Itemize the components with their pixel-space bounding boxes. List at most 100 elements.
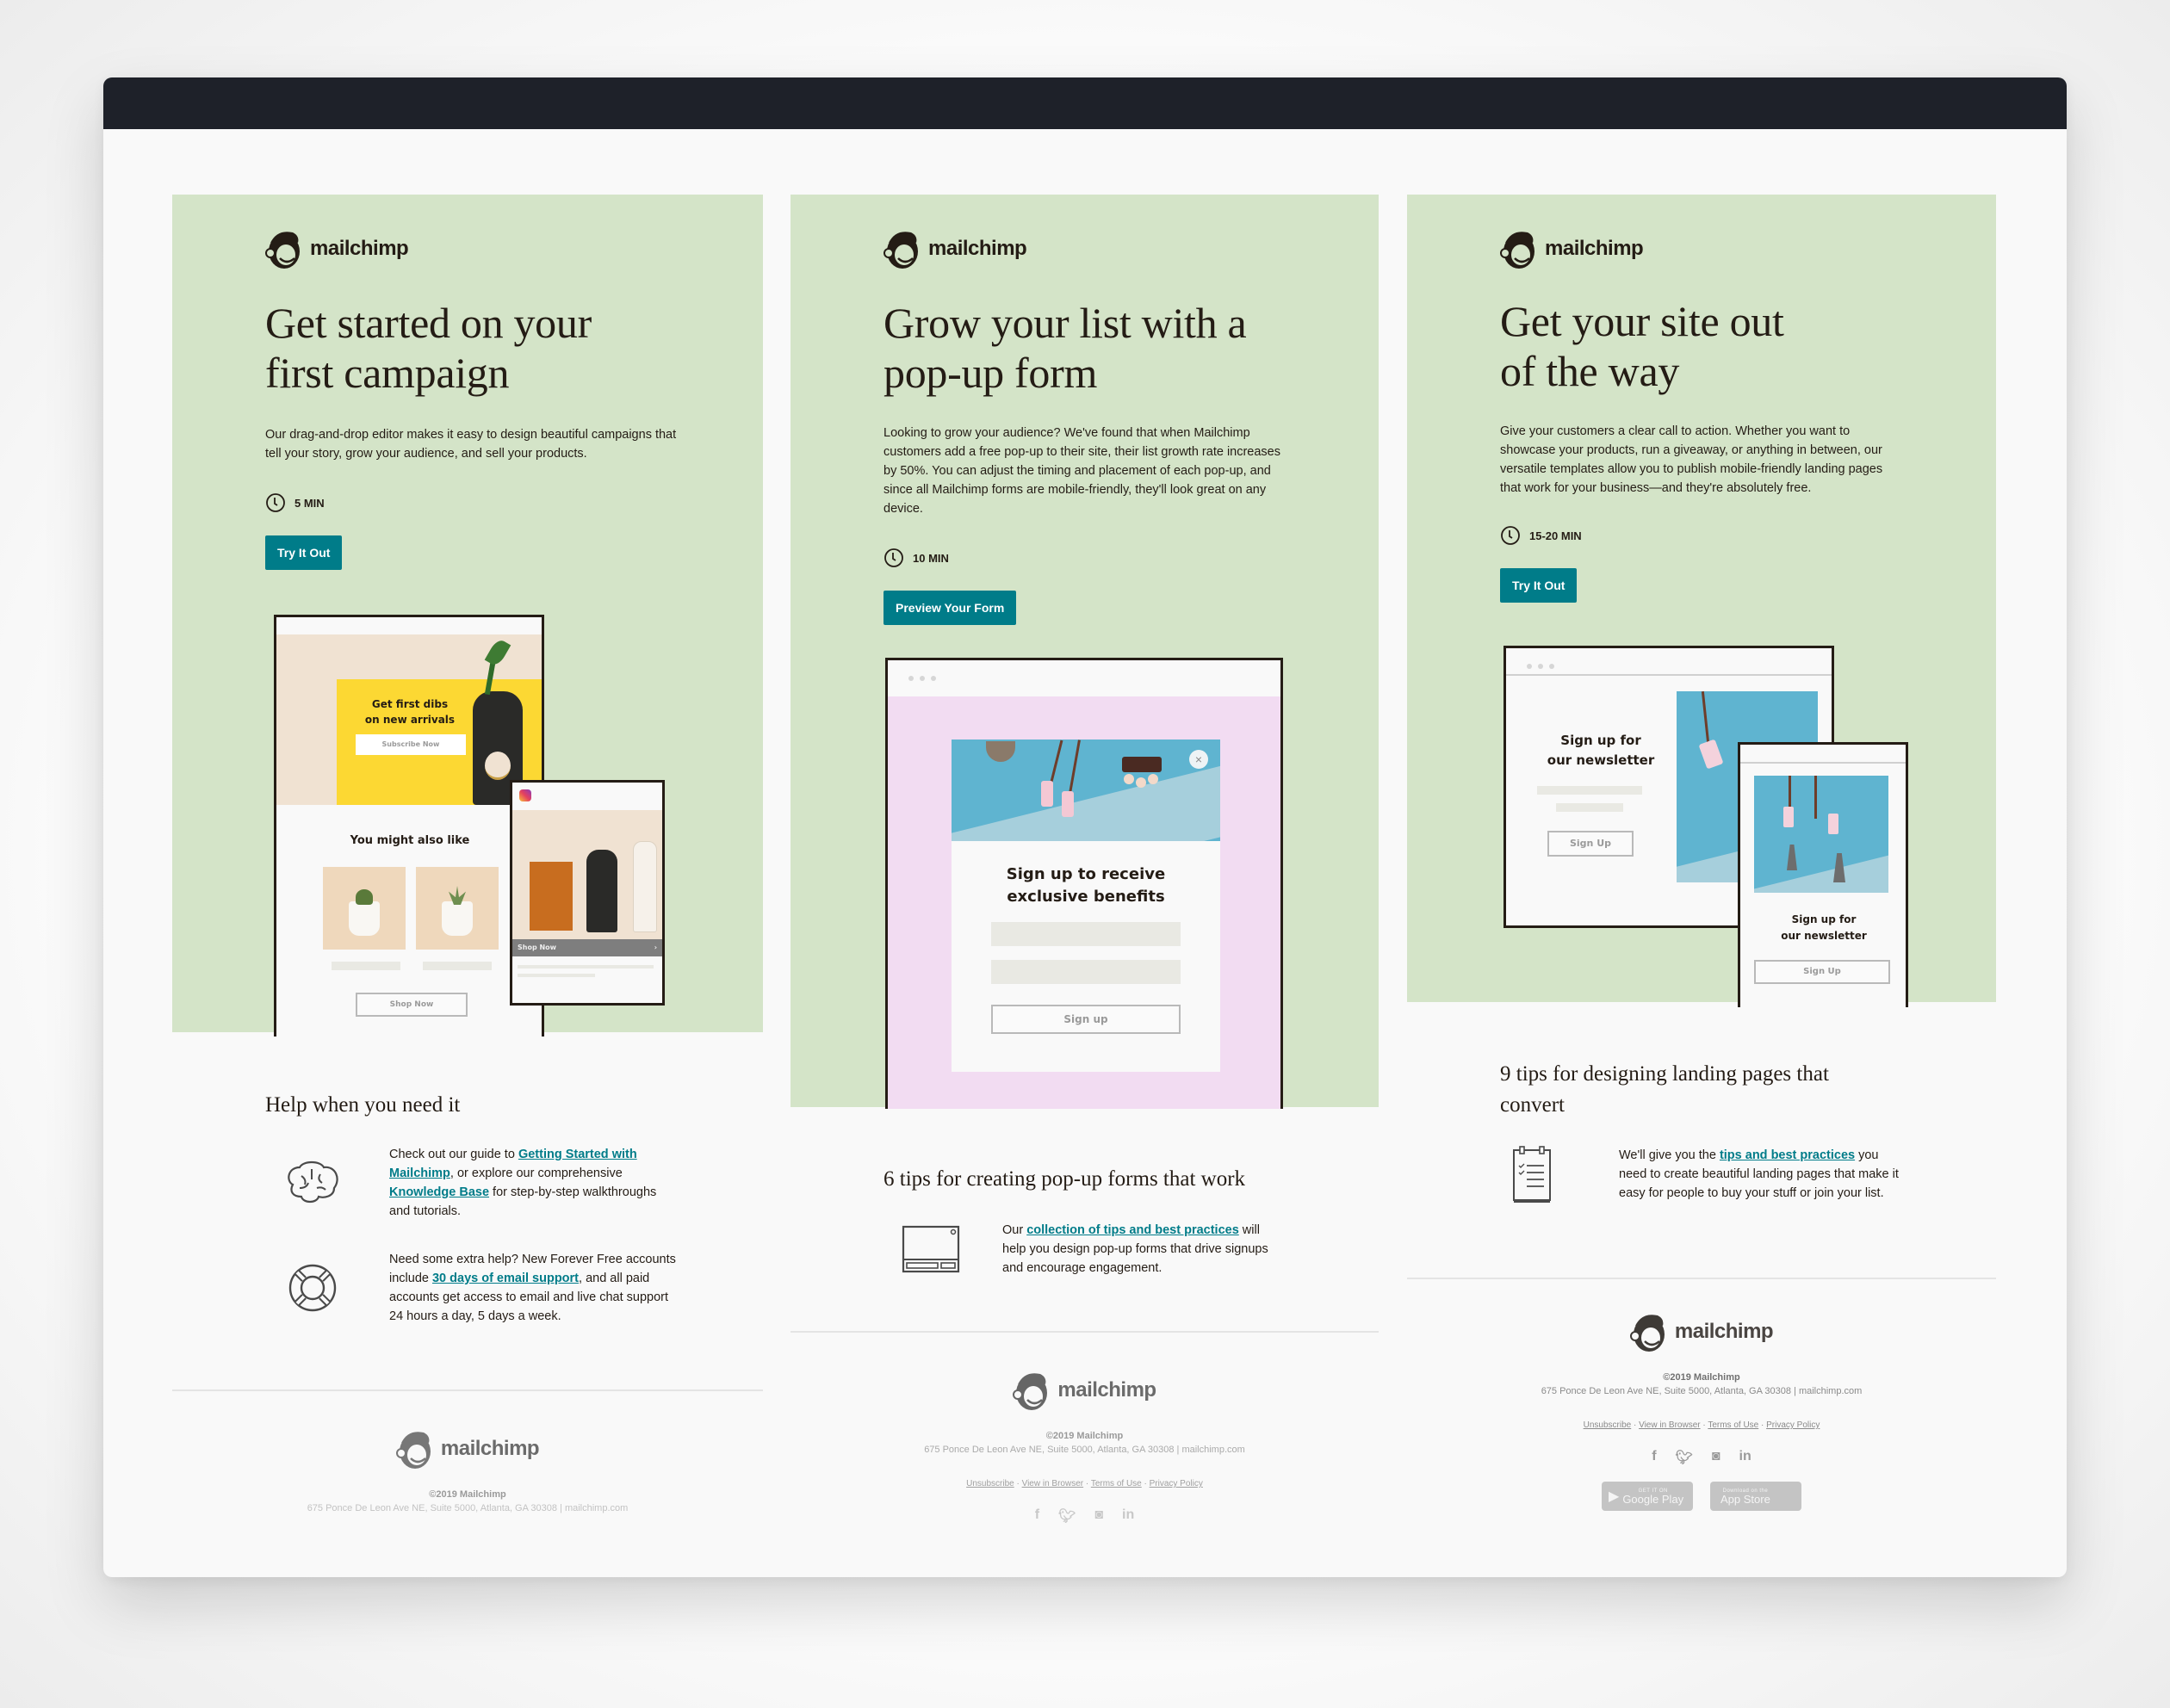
- placeholder-bar: [1537, 786, 1642, 795]
- close-icon[interactable]: ×: [1189, 750, 1208, 769]
- hero-title-line-1: Grow your list with a: [884, 299, 1247, 347]
- hero-description: Our drag-and-drop editor makes it easy t…: [265, 428, 677, 461]
- social-links: f 🐦︎ ◙ in: [1407, 1449, 1996, 1466]
- popup-title: Sign up to receive exclusive benefits: [1006, 865, 1166, 906]
- desktop-signup-button: Sign Up: [1547, 831, 1634, 857]
- mobile-landing-mockup: Sign up for our newsletter Sign Up: [1738, 742, 1908, 1007]
- linkedin-icon[interactable]: in: [1122, 1507, 1134, 1525]
- address: 675 Ponce De Leon Ave NE, Suite 5000, At…: [307, 1503, 629, 1513]
- view-in-browser-link[interactable]: View in Browser: [1022, 1479, 1084, 1488]
- clock-icon: [266, 493, 285, 512]
- terms-of-use-link[interactable]: Terms of Use: [1091, 1479, 1142, 1488]
- linkedin-icon[interactable]: in: [1739, 1449, 1752, 1466]
- email-support-link[interactable]: 30 days of email support: [432, 1272, 579, 1285]
- desktop-signup-title: Sign up for our newsletter: [1547, 733, 1655, 768]
- email-footer: mailchimp ©2019 Mailchimp 675 Ponce De L…: [790, 1369, 1379, 1525]
- subscribe-now-button: Subscribe Now: [356, 734, 466, 755]
- clock-icon: [884, 548, 903, 567]
- hero-description: Looking to grow your audience? We've fou…: [884, 426, 1280, 516]
- help-text-knowledge: Check out our guide to Getting Started w…: [389, 1148, 657, 1218]
- twitter-icon[interactable]: 🐦︎: [1676, 1449, 1693, 1466]
- hero-title-line-1: Get started on your: [265, 299, 592, 347]
- logo-wordmark: mailchimp: [1545, 237, 1644, 260]
- time-label: 15-20 MIN: [1529, 529, 1582, 542]
- instagram-shop-now-bar: Shop Now ›: [512, 939, 662, 956]
- logo-wordmark: mailchimp: [928, 237, 1027, 260]
- copyright: ©2019 Mailchimp: [429, 1489, 506, 1500]
- unsubscribe-link[interactable]: Unsubscribe: [1584, 1420, 1632, 1430]
- hero-title-line-2: of the way: [1500, 347, 1680, 395]
- facebook-icon[interactable]: f: [1035, 1507, 1039, 1525]
- footer-logo: mailchimp: [172, 1427, 763, 1470]
- email-footer: mailchimp ©2019 Mailchimp 675 Ponce De L…: [172, 1427, 763, 1513]
- jewelry-photo: ×: [952, 740, 1220, 841]
- footer-divider: [1407, 1278, 1996, 1279]
- freddie-monkey-icon: [395, 1432, 431, 1469]
- time-estimate: 10 MIN: [884, 548, 949, 568]
- time-label: 10 MIN: [913, 551, 949, 565]
- help-row-knowledge: Check out our guide to Getting Started w…: [265, 1145, 713, 1221]
- freddie-monkey-icon: [1013, 1373, 1048, 1410]
- google-play-badge[interactable]: ▶ GET IT ON Google Play: [1602, 1482, 1693, 1511]
- tips-best-practices-link[interactable]: tips and best practices: [1720, 1148, 1855, 1162]
- try-it-out-button[interactable]: Try It Out: [1500, 568, 1578, 603]
- placeholder-bar: [518, 965, 654, 968]
- footer-divider: [172, 1389, 763, 1391]
- hero-description: Give your customers a clear call to acti…: [1500, 424, 1883, 495]
- popup-signup-button: Sign up: [991, 1005, 1181, 1034]
- time-estimate: 5 MIN: [265, 492, 325, 513]
- recommendations-title: You might also like: [350, 834, 470, 847]
- section-title: Help when you need it: [265, 1093, 461, 1117]
- brain-icon: [288, 1160, 338, 1204]
- instagram-post-image: [512, 810, 662, 939]
- section-title: 9 tips for designing landing pages that …: [1500, 1062, 1829, 1117]
- necklace-photo-mobile: [1754, 776, 1888, 893]
- logo-wordmark: mailchimp: [310, 237, 409, 260]
- copyright: ©2019 Mailchimp: [1663, 1372, 1740, 1383]
- google-play-icon: ▶: [1609, 1489, 1620, 1504]
- help-row-support: Need some extra help? New Forever Free a…: [265, 1250, 713, 1326]
- hero-section: mailchimp Get your site out of the way G…: [1407, 195, 1996, 1007]
- popup-email-field: [991, 922, 1181, 946]
- placeholder-bar: [332, 962, 400, 970]
- privacy-policy-link[interactable]: Privacy Policy: [1766, 1420, 1820, 1430]
- hero-title: Get your site out of the way: [1500, 296, 1784, 396]
- tips-text: Our collection of tips and best practice…: [1002, 1223, 1268, 1275]
- unsubscribe-link[interactable]: Unsubscribe: [966, 1479, 1014, 1488]
- freddie-monkey-icon: [1629, 1315, 1665, 1352]
- mailchimp-logo: mailchimp: [1500, 227, 1644, 270]
- promo-headline: Get first dibs on new arrivals: [364, 698, 456, 726]
- view-in-browser-link[interactable]: View in Browser: [1639, 1420, 1701, 1430]
- facebook-icon[interactable]: f: [1652, 1449, 1656, 1466]
- instagram-icon[interactable]: ◙: [1094, 1507, 1103, 1525]
- twitter-icon[interactable]: 🐦︎: [1058, 1507, 1076, 1525]
- hero-title-line-2: first campaign: [265, 349, 510, 397]
- preview-your-form-button[interactable]: Preview Your Form: [884, 591, 1017, 625]
- knowledge-base-link[interactable]: Knowledge Base: [389, 1185, 489, 1199]
- time-estimate: 15-20 MIN: [1500, 525, 1582, 546]
- checklist-icon: [1513, 1146, 1551, 1203]
- mobile-signup-button: Sign Up: [1754, 960, 1890, 984]
- privacy-policy-link[interactable]: Privacy Policy: [1150, 1479, 1203, 1488]
- footer-logo-wordmark: mailchimp: [440, 1437, 540, 1460]
- app-store-badge[interactable]: Download on the App Store: [1710, 1482, 1801, 1511]
- hero-title: Get started on your first campaign: [265, 298, 592, 398]
- address: 675 Ponce De Leon Ave NE, Suite 5000, At…: [924, 1445, 1245, 1455]
- tips-text: We'll give you the tips and best practic…: [1619, 1148, 1899, 1200]
- freddie-monkey-icon: [1500, 232, 1534, 269]
- popup-window-icon: [902, 1225, 960, 1273]
- browser-popup-mockup: × Sign up to receive exclusive benefits S…: [885, 658, 1283, 1109]
- try-it-out-button[interactable]: Try It Out: [265, 535, 343, 570]
- app-window: mailchimp Get started on your first camp…: [103, 77, 2067, 1577]
- tips-row: Our collection of tips and best practice…: [884, 1221, 1331, 1278]
- terms-of-use-link[interactable]: Terms of Use: [1708, 1420, 1758, 1430]
- footer-logo: mailchimp: [790, 1369, 1379, 1412]
- freddie-monkey-icon: [884, 232, 918, 269]
- instagram-icon: [519, 789, 531, 801]
- tips-collection-link[interactable]: collection of tips and best practices: [1026, 1223, 1239, 1237]
- freddie-monkey-icon: [265, 232, 300, 269]
- instagram-icon[interactable]: ◙: [1712, 1449, 1720, 1466]
- product-image-succulent: [416, 867, 499, 950]
- hero-title: Grow your list with a pop-up form: [884, 298, 1247, 398]
- hero-title-line-1: Get your site out: [1500, 297, 1784, 345]
